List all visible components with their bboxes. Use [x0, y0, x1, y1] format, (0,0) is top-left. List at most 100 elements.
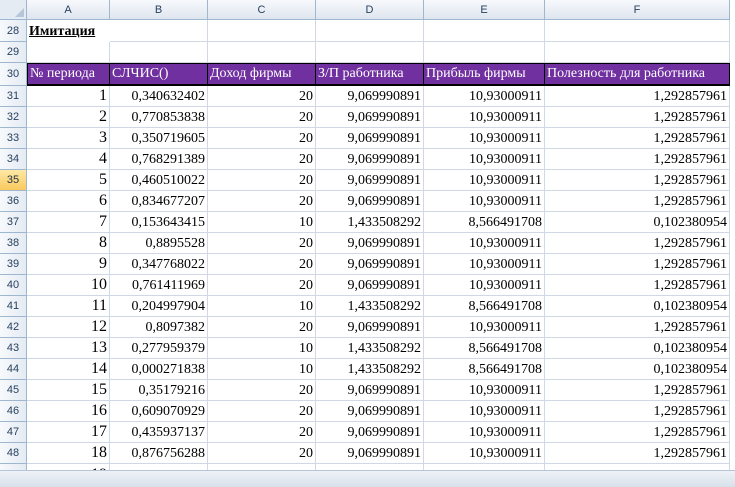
table-cell[interactable]: 20: [208, 128, 316, 149]
table-cell[interactable]: 9,069990891: [316, 317, 424, 338]
table-cell[interactable]: 15: [27, 380, 110, 401]
table-cell[interactable]: 0,435937137: [110, 422, 208, 443]
table-cell[interactable]: 1,292857961: [545, 170, 730, 191]
table-cell[interactable]: 1,433508292: [316, 296, 424, 317]
table-cell[interactable]: 9,069990891: [316, 191, 424, 212]
table-cell[interactable]: 14: [27, 359, 110, 380]
table-cell[interactable]: 0,761411969: [110, 275, 208, 296]
table-cell[interactable]: 20: [208, 422, 316, 443]
cell-f28[interactable]: [545, 20, 730, 42]
row-header-47[interactable]: 47: [0, 422, 27, 443]
table-cell[interactable]: 10,93000911: [424, 86, 545, 107]
table-cell[interactable]: 9,069990891: [316, 422, 424, 443]
table-cell[interactable]: 9,069990891: [316, 86, 424, 107]
table-cell[interactable]: 11: [27, 296, 110, 317]
table-cell[interactable]: 3: [27, 128, 110, 149]
table-cell[interactable]: 0,000271838: [110, 359, 208, 380]
table-cell[interactable]: 1,292857961: [545, 254, 730, 275]
table-cell[interactable]: 9: [27, 254, 110, 275]
cell-d28[interactable]: [316, 20, 424, 42]
table-cell[interactable]: 7: [27, 212, 110, 233]
cell-c28[interactable]: [208, 20, 316, 42]
table-cell[interactable]: 1,292857961: [545, 233, 730, 254]
table-cell[interactable]: 20: [208, 443, 316, 464]
row-header-48[interactable]: 48: [0, 443, 27, 464]
cell-e28[interactable]: [424, 20, 545, 42]
table-cell[interactable]: 9,069990891: [316, 275, 424, 296]
table-cell[interactable]: 10: [27, 275, 110, 296]
table-header-cell[interactable]: Доход фирмы: [208, 63, 316, 86]
cell-e29[interactable]: [424, 42, 545, 63]
row-header-31[interactable]: 31: [0, 86, 27, 107]
table-cell[interactable]: 1,292857961: [545, 401, 730, 422]
row-header-36[interactable]: 36: [0, 191, 27, 212]
table-cell[interactable]: 20: [208, 275, 316, 296]
table-cell[interactable]: 9,069990891: [316, 254, 424, 275]
table-cell[interactable]: 9,069990891: [316, 170, 424, 191]
table-cell[interactable]: 0,102380954: [545, 359, 730, 380]
table-cell[interactable]: 9,069990891: [316, 107, 424, 128]
table-cell[interactable]: 10,93000911: [424, 443, 545, 464]
table-cell[interactable]: 1,292857961: [545, 422, 730, 443]
column-header-a[interactable]: A: [27, 0, 110, 20]
table-cell[interactable]: 1,292857961: [545, 317, 730, 338]
table-cell[interactable]: 0,35179216: [110, 380, 208, 401]
table-cell[interactable]: 0,834677207: [110, 191, 208, 212]
table-cell[interactable]: 20: [208, 401, 316, 422]
row-header-39[interactable]: 39: [0, 254, 27, 275]
table-cell[interactable]: 10,93000911: [424, 422, 545, 443]
cell-b29[interactable]: [110, 42, 208, 63]
table-cell[interactable]: 8,566491708: [424, 296, 545, 317]
table-cell[interactable]: 10,93000911: [424, 107, 545, 128]
table-cell[interactable]: 10,93000911: [424, 401, 545, 422]
table-cell[interactable]: 1,292857961: [545, 443, 730, 464]
table-cell[interactable]: 9,069990891: [316, 149, 424, 170]
table-cell[interactable]: 0,8895528: [110, 233, 208, 254]
table-cell[interactable]: 10: [208, 338, 316, 359]
column-header-f[interactable]: F: [545, 0, 730, 20]
column-header-d[interactable]: D: [316, 0, 424, 20]
table-header-cell[interactable]: З/П работника: [316, 63, 424, 86]
table-header-cell[interactable]: СЛЧИС(): [110, 63, 208, 86]
table-cell[interactable]: 1: [27, 86, 110, 107]
row-header-38[interactable]: 38: [0, 233, 27, 254]
row-header-45[interactable]: 45: [0, 380, 27, 401]
table-cell[interactable]: 10: [208, 212, 316, 233]
table-cell[interactable]: 9,069990891: [316, 401, 424, 422]
table-cell[interactable]: 10,93000911: [424, 149, 545, 170]
table-header-cell[interactable]: Полезность для работника: [545, 63, 730, 86]
row-header-28[interactable]: 28: [0, 20, 27, 42]
table-header-cell[interactable]: Прибыль фирмы: [424, 63, 545, 86]
horizontal-scrollbar[interactable]: [0, 470, 735, 487]
cell-b28[interactable]: [110, 20, 208, 42]
table-cell[interactable]: 5: [27, 170, 110, 191]
row-header-30[interactable]: 30: [0, 63, 27, 86]
table-cell[interactable]: 18: [27, 443, 110, 464]
row-header-40[interactable]: 40: [0, 275, 27, 296]
table-cell[interactable]: 1,292857961: [545, 149, 730, 170]
table-cell[interactable]: 1,433508292: [316, 338, 424, 359]
table-cell[interactable]: 6: [27, 191, 110, 212]
table-cell[interactable]: 13: [27, 338, 110, 359]
table-cell[interactable]: 0,770853838: [110, 107, 208, 128]
row-header-35[interactable]: 35: [0, 170, 27, 191]
cell-c29[interactable]: [208, 42, 316, 63]
table-cell[interactable]: 20: [208, 107, 316, 128]
table-header-cell[interactable]: № периода: [27, 63, 110, 86]
table-cell[interactable]: 20: [208, 149, 316, 170]
table-cell[interactable]: 0,153643415: [110, 212, 208, 233]
cell-a29[interactable]: [27, 42, 110, 63]
sheet-title[interactable]: Имитация: [27, 20, 120, 42]
row-header-46[interactable]: 46: [0, 401, 27, 422]
table-cell[interactable]: 0,350719605: [110, 128, 208, 149]
select-all-button[interactable]: [0, 0, 27, 20]
cell-f29[interactable]: [545, 42, 730, 63]
table-cell[interactable]: 10,93000911: [424, 254, 545, 275]
column-header-b[interactable]: B: [110, 0, 208, 20]
table-cell[interactable]: 0,347768022: [110, 254, 208, 275]
table-cell[interactable]: 10,93000911: [424, 317, 545, 338]
table-cell[interactable]: 0,102380954: [545, 338, 730, 359]
table-cell[interactable]: 9,069990891: [316, 128, 424, 149]
table-cell[interactable]: 20: [208, 380, 316, 401]
table-cell[interactable]: 20: [208, 170, 316, 191]
